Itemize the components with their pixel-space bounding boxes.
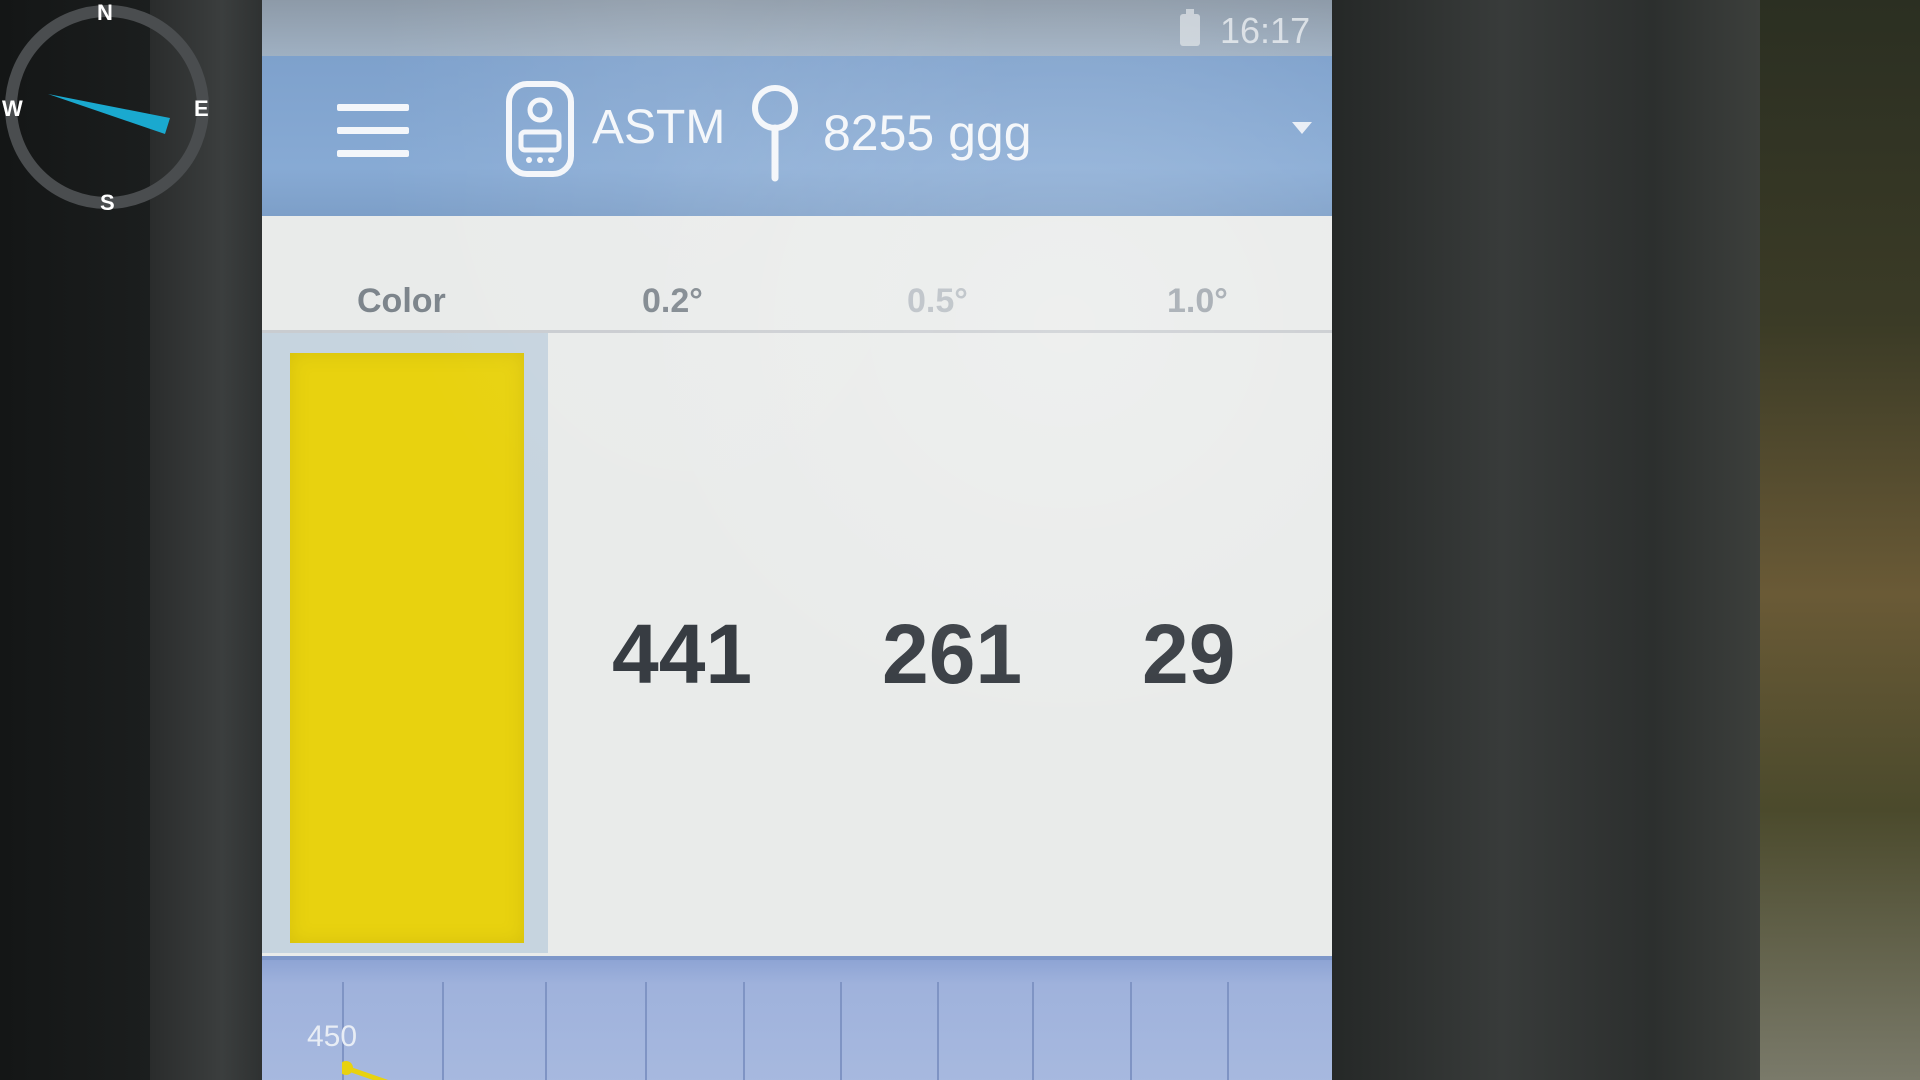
sample-name[interactable]: 8255 ggg [823, 104, 1032, 162]
header-0-5-deg: 0.5° [907, 282, 968, 320]
graph-y-label: 450 [307, 1020, 358, 1053]
device-bezel-right [1330, 0, 1760, 1080]
graph-gridline [645, 982, 647, 1080]
background-foliage [1760, 0, 1920, 1080]
app-toolbar: ASTM 8255 ggg [262, 56, 1332, 216]
status-time: 16:17 [1220, 10, 1311, 51]
graph-gridline [743, 982, 745, 1080]
value-0-5-deg: 261 [882, 607, 1023, 701]
compass-widget: N E S W [0, 0, 214, 215]
device-screen: 16:17 ASTM 8255 ggg Color 0.2° 0.5° 1.0°… [262, 0, 1332, 1080]
compass-north: N [97, 0, 113, 25]
photo-scene: 16:17 ASTM 8255 ggg Color 0.2° 0.5° 1.0°… [0, 0, 1920, 1080]
dropdown-icon[interactable] [1292, 122, 1312, 134]
value-0-2-deg: 441 [612, 607, 753, 701]
measurement-graph[interactable]: 450 [262, 956, 1332, 1080]
compass-south: S [100, 190, 115, 215]
value-1-0-deg: 29 [1142, 607, 1236, 701]
graph-gridline [840, 982, 842, 1080]
color-swatch [290, 353, 524, 943]
graph-gridline [937, 982, 939, 1080]
color-swatch-frame [262, 333, 548, 953]
graph-curve [342, 1061, 389, 1080]
header-1-0-deg: 1.0° [1167, 282, 1228, 320]
compass-icon [5, 5, 209, 209]
graph-gridline [1130, 982, 1132, 1080]
compass-west: W [2, 96, 23, 121]
graph-gridline [545, 982, 547, 1080]
table-header: Color 0.2° 0.5° 1.0° [262, 276, 1332, 333]
device-icon[interactable] [505, 80, 575, 178]
header-color: Color [357, 282, 446, 320]
status-bar: 16:17 [262, 0, 1332, 56]
measurement-mode[interactable]: ASTM [592, 100, 725, 155]
graph-gridline [442, 982, 444, 1080]
pin-icon [752, 85, 798, 182]
graph-gridline [1032, 982, 1034, 1080]
menu-icon[interactable] [337, 104, 409, 160]
results-panel: Color 0.2° 0.5° 1.0° 441 261 29 [262, 216, 1332, 956]
header-0-2-deg: 0.2° [642, 282, 703, 320]
battery-icon [1180, 9, 1200, 46]
graph-gridline [1227, 982, 1229, 1080]
compass-east: E [194, 96, 209, 121]
